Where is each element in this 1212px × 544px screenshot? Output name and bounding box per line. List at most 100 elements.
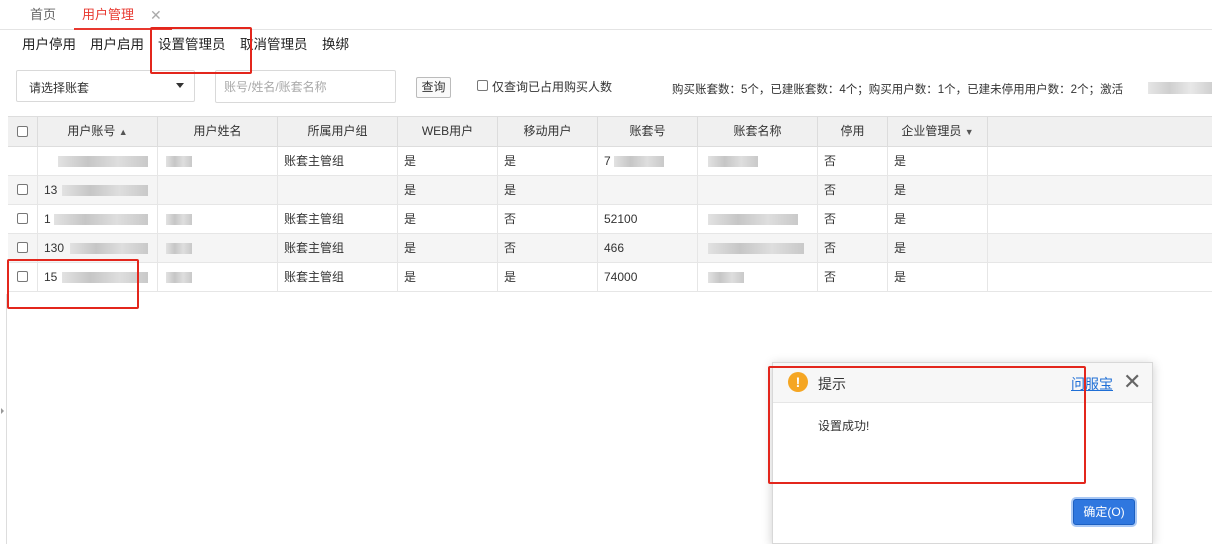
cell-set-name xyxy=(698,205,818,233)
dialog-close-icon[interactable]: ✕ xyxy=(1123,369,1141,395)
cell-name xyxy=(158,176,278,204)
menu-enable-user[interactable]: 用户启用 xyxy=(90,36,144,54)
cell-set-no: 74000 xyxy=(598,263,698,291)
header-disabled[interactable]: 停用 xyxy=(818,117,888,146)
cell-group: 账套主管组 xyxy=(278,263,398,291)
cell-set-name xyxy=(698,263,818,291)
cell-web: 是 xyxy=(398,234,498,262)
select-all-cell xyxy=(8,117,38,146)
cell-account: 130 xyxy=(38,234,158,262)
table-row[interactable]: 13 是 是 否 是 xyxy=(8,176,1212,205)
tab-user-management[interactable]: 用户管理 ✕ xyxy=(74,6,172,30)
close-icon[interactable]: ✕ xyxy=(150,6,162,24)
dialog-message: 设置成功! xyxy=(818,419,870,433)
cell-name xyxy=(158,147,278,175)
row-checkbox[interactable] xyxy=(17,213,28,224)
header-group[interactable]: 所属用户组 xyxy=(278,117,398,146)
cell-web: 是 xyxy=(398,263,498,291)
ok-button[interactable]: 确定(O) xyxy=(1073,499,1135,525)
header-set-no[interactable]: 账套号 xyxy=(598,117,698,146)
redacted-value xyxy=(614,156,664,167)
help-link[interactable]: 问服宝 xyxy=(1071,374,1113,394)
cell-admin: 是 xyxy=(888,234,988,262)
redacted-value xyxy=(166,156,192,167)
cell-group xyxy=(278,176,398,204)
cell-mobile: 否 xyxy=(498,205,598,233)
menu-set-admin[interactable]: 设置管理员 xyxy=(158,36,226,54)
redacted-value xyxy=(166,243,192,254)
header-account[interactable]: 用户账号 ▲ xyxy=(38,117,158,146)
row-select-cell xyxy=(8,147,38,175)
cell-mobile: 是 xyxy=(498,147,598,175)
table-row[interactable]: 130 账套主管组 是 否 466 否 是 xyxy=(8,234,1212,263)
header-mobile-user[interactable]: 移动用户 xyxy=(498,117,598,146)
dialog-title: 提示 xyxy=(818,376,846,392)
header-name[interactable]: 用户姓名 xyxy=(158,117,278,146)
cell-set-no: 52100 xyxy=(598,205,698,233)
cell-set-no xyxy=(598,176,698,204)
row-checkbox[interactable] xyxy=(17,242,28,253)
occupied-only-checkbox[interactable] xyxy=(477,80,488,91)
dropdown-arrow-icon xyxy=(176,83,184,88)
cell-set-name xyxy=(698,176,818,204)
cell-admin: 是 xyxy=(888,176,988,204)
cell-web: 是 xyxy=(398,147,498,175)
cell-admin: 是 xyxy=(888,205,988,233)
cell-disabled: 否 xyxy=(818,176,888,204)
cell-disabled: 否 xyxy=(818,205,888,233)
cell-disabled: 否 xyxy=(818,147,888,175)
dialog-header: ! 提示 问服宝 ✕ xyxy=(773,363,1152,403)
cell-web: 是 xyxy=(398,205,498,233)
redacted-value xyxy=(166,214,192,225)
cell-group: 账套主管组 xyxy=(278,147,398,175)
menu-disable-user[interactable]: 用户停用 xyxy=(22,36,76,54)
cell-group: 账套主管组 xyxy=(278,234,398,262)
row-checkbox[interactable] xyxy=(17,184,28,195)
tab-label: 用户管理 xyxy=(82,7,135,22)
cell-disabled: 否 xyxy=(818,263,888,291)
account-set-select[interactable]: 请选择账套 xyxy=(16,70,195,102)
cell-name xyxy=(158,205,278,233)
cell-group: 账套主管组 xyxy=(278,205,398,233)
menu-cancel-admin[interactable]: 取消管理员 xyxy=(240,36,308,54)
tab-home[interactable]: 首页 xyxy=(30,6,56,24)
redacted-value xyxy=(62,185,148,196)
table-row[interactable]: 账套主管组 是 是 7 否 是 xyxy=(8,147,1212,176)
header-set-name[interactable]: 账套名称 xyxy=(698,117,818,146)
sort-desc-icon: ▼ xyxy=(964,127,974,137)
redacted-value xyxy=(708,214,798,225)
header-admin[interactable]: 企业管理员 ▼ xyxy=(888,117,988,146)
panel-divider xyxy=(6,294,7,544)
redacted-value xyxy=(708,243,804,254)
select-all-checkbox[interactable] xyxy=(17,126,28,137)
header-web-user[interactable]: WEB用户 xyxy=(398,117,498,146)
row-checkbox[interactable] xyxy=(17,271,28,282)
collapse-arrow-icon[interactable] xyxy=(1,408,4,414)
query-button[interactable]: 查询 xyxy=(416,77,451,98)
cell-mobile: 否 xyxy=(498,234,598,262)
cell-set-name xyxy=(698,234,818,262)
table-row[interactable]: 1 账套主管组 是 否 52100 否 是 xyxy=(8,205,1212,234)
cell-account: 13 xyxy=(38,176,158,204)
purchase-stats: 购买账套数：5个，已建账套数：4个；购买用户数：1个，已建未停用用户数：2个；激… xyxy=(672,84,1124,96)
menu-rebind[interactable]: 换绑 xyxy=(322,36,349,54)
cell-web: 是 xyxy=(398,176,498,204)
redacted-value xyxy=(708,272,744,283)
redacted-value xyxy=(54,214,148,225)
table-row[interactable]: 15 账套主管组 是 是 74000 否 是 xyxy=(8,263,1212,292)
row-select-cell xyxy=(8,176,38,204)
sort-asc-icon: ▲ xyxy=(118,127,128,137)
occupied-only-label: 仅查询已占用购买人数 xyxy=(492,80,613,94)
redacted-value xyxy=(70,243,148,254)
redacted-value xyxy=(58,156,148,167)
cell-set-no: 7 xyxy=(598,147,698,175)
cell-name xyxy=(158,263,278,291)
table-header: 用户账号 ▲ 用户姓名 所属用户组 WEB用户 移动用户 账套号 账套名称 停用… xyxy=(8,116,1212,147)
redacted-value xyxy=(708,156,758,167)
redacted-value xyxy=(166,272,192,283)
search-input[interactable] xyxy=(215,70,396,103)
select-value: 请选择账套 xyxy=(29,81,90,95)
row-select-cell xyxy=(8,263,38,291)
cell-set-name xyxy=(698,147,818,175)
cell-account: 15 xyxy=(38,263,158,291)
